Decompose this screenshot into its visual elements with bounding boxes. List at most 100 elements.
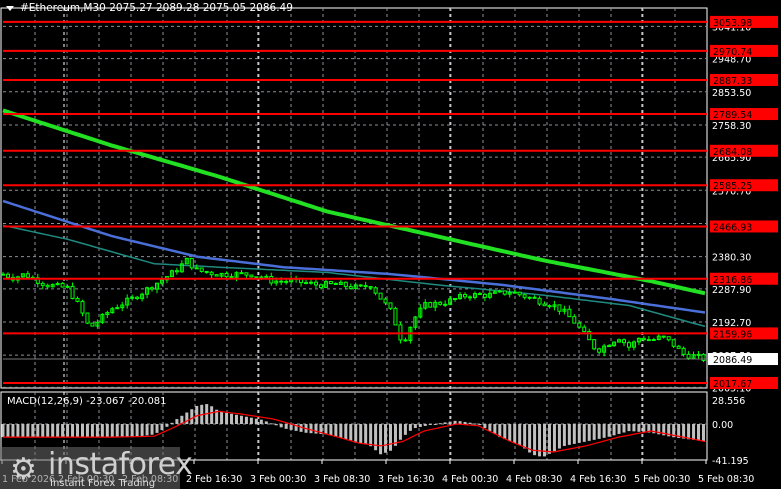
x-tick-label: 3 Feb 16:30 bbox=[378, 474, 434, 485]
macd-histogram-bar bbox=[433, 423, 437, 425]
candle-body bbox=[25, 273, 30, 278]
macd-histogram-bar bbox=[602, 424, 606, 438]
candle-body bbox=[313, 281, 318, 286]
candle-body bbox=[40, 282, 45, 286]
macd-histogram-bar bbox=[16, 424, 20, 438]
macd-histogram-bar bbox=[115, 424, 119, 438]
macd-histogram-bar bbox=[76, 424, 80, 438]
macd-histogram-bar bbox=[359, 424, 363, 444]
macd-histogram-bar bbox=[557, 424, 561, 449]
macd-histogram-bar bbox=[408, 424, 412, 431]
macd-histogram-bar bbox=[6, 424, 10, 438]
candle-body bbox=[537, 297, 542, 305]
level-price-label: 2017.67 bbox=[713, 379, 752, 390]
macd-histogram-bar bbox=[607, 424, 611, 437]
level-price-label: 2159.96 bbox=[713, 329, 752, 340]
watermark-tagline: Instant Forex Trading bbox=[50, 478, 156, 489]
y-tick-label: 2853.50 bbox=[712, 88, 751, 99]
candle-body bbox=[5, 273, 10, 278]
candle-body bbox=[229, 276, 234, 279]
candle-body bbox=[328, 281, 333, 285]
macd-histogram-bar bbox=[264, 421, 268, 424]
macd-histogram-bar bbox=[627, 424, 631, 432]
macd-histogram-bar bbox=[483, 424, 487, 429]
main-panel-frame bbox=[0, 7, 708, 389]
macd-histogram-bar bbox=[428, 424, 432, 425]
macd-histogram-bar bbox=[572, 424, 576, 444]
macd-histogram-bar bbox=[364, 424, 368, 445]
macd-histogram-bar bbox=[155, 424, 159, 433]
macd-histogram-bar bbox=[279, 424, 283, 428]
macd-histogram-bar bbox=[110, 424, 114, 438]
candle-body bbox=[378, 292, 383, 300]
macd-histogram-bar bbox=[324, 424, 328, 435]
candle-body bbox=[701, 353, 706, 361]
candle-body bbox=[224, 272, 229, 278]
candle-body bbox=[1, 273, 5, 276]
macd-histogram-bar bbox=[587, 424, 591, 441]
low-value: 2075.05 bbox=[202, 2, 247, 14]
macd-histogram-bar bbox=[36, 424, 40, 438]
candle-body bbox=[189, 257, 194, 269]
macd-name: MACD(12,26,9) bbox=[7, 396, 83, 407]
macd-histogram-bar bbox=[41, 424, 45, 438]
macd-histogram-bar bbox=[125, 424, 129, 438]
macd-histogram-bar bbox=[190, 409, 194, 424]
macd-histogram-bar bbox=[701, 424, 705, 442]
macd-label: MACD(12,26,9) -23.067 -20.081 bbox=[7, 396, 167, 407]
candle-body bbox=[696, 353, 701, 356]
macd-histogram-bar bbox=[597, 424, 601, 439]
candle-body bbox=[194, 267, 199, 270]
macd-histogram-bar bbox=[379, 424, 383, 455]
candle-body bbox=[666, 336, 671, 341]
macd-histogram-bar bbox=[403, 424, 407, 435]
macd-histogram-bar bbox=[210, 406, 214, 424]
macd-histogram-bar bbox=[443, 422, 447, 424]
candle-body bbox=[626, 342, 631, 348]
macd-histogram-bar bbox=[90, 424, 94, 438]
candle-body bbox=[348, 286, 353, 289]
watermark-brand: instaforex bbox=[48, 447, 193, 482]
y-tick-label: 2380.30 bbox=[712, 253, 751, 264]
macd-histogram-bar bbox=[523, 424, 527, 449]
candle-body bbox=[45, 284, 50, 288]
open-value: 2075.27 bbox=[109, 2, 153, 14]
macd-histogram-bar bbox=[150, 424, 154, 435]
macd-histogram-bar bbox=[56, 424, 60, 438]
candle-body bbox=[80, 300, 85, 314]
level-price-label: 2970.74 bbox=[713, 47, 752, 58]
candle-body bbox=[239, 272, 244, 275]
candle-body bbox=[244, 272, 249, 276]
macd-histogram-bar bbox=[692, 424, 696, 440]
price-chart[interactable]: 3041.102948.702853.502758.302665.902570.… bbox=[0, 0, 781, 489]
level-price-label: 2684.08 bbox=[713, 147, 752, 158]
y-tick-label: 2758.30 bbox=[712, 121, 751, 132]
candle-body bbox=[671, 339, 676, 347]
x-tick-label: 5 Feb 00:30 bbox=[634, 474, 690, 485]
candle-body bbox=[90, 322, 95, 327]
level-price-label: 2585.25 bbox=[713, 181, 752, 192]
candle-body bbox=[547, 305, 552, 308]
macd-histogram-bar bbox=[135, 424, 139, 437]
macd-histogram-bar bbox=[46, 424, 50, 438]
candle-body bbox=[363, 285, 368, 288]
candle-body bbox=[502, 290, 507, 295]
macd-histogram-bar bbox=[130, 424, 134, 438]
candle-body bbox=[318, 284, 323, 288]
candle-body bbox=[517, 291, 522, 296]
candle-body bbox=[75, 297, 80, 302]
candle-body bbox=[641, 337, 646, 341]
ma-fast-line bbox=[2, 224, 706, 328]
dropdown-triangle-icon[interactable] bbox=[6, 5, 14, 11]
macd-histogram-bar bbox=[369, 424, 373, 447]
macd-histogram-bar bbox=[508, 424, 512, 442]
macd-histogram-bar bbox=[239, 415, 243, 424]
macd-histogram-bar bbox=[687, 424, 691, 440]
macd-histogram-bar bbox=[642, 424, 646, 433]
macd-histogram-bar bbox=[503, 424, 507, 440]
candle-body bbox=[646, 339, 651, 342]
candle-body bbox=[651, 338, 656, 341]
macd-histogram-bar bbox=[254, 418, 258, 424]
macd-histogram-bar bbox=[269, 423, 273, 425]
macd-histogram-bar bbox=[334, 424, 338, 437]
